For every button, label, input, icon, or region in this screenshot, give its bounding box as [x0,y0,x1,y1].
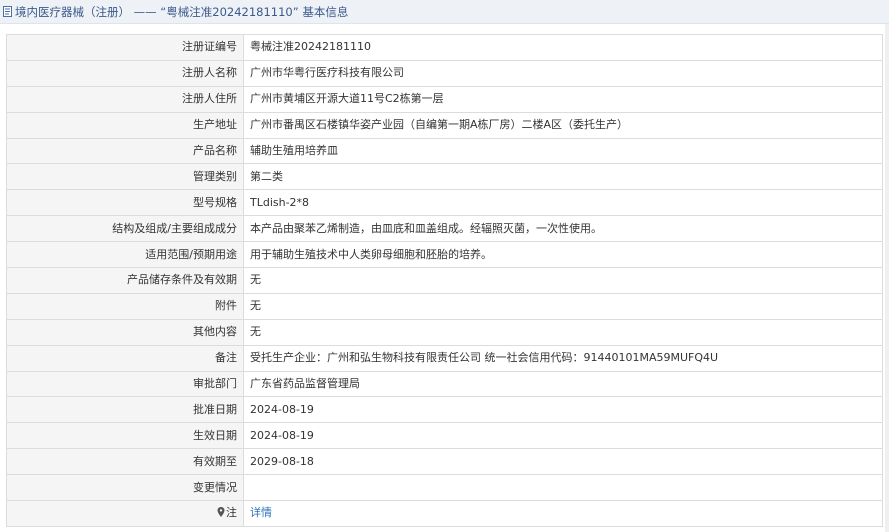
table-row: 有效期至 2029-08-18 [6,448,883,476]
row-label: 注册人名称 [6,59,244,87]
row-label: 管理类别 [6,163,244,191]
note-label-cell: 注 [6,500,244,527]
row-label: 产品名称 [6,137,244,165]
row-value: 广州市黄埔区开源大道11号C2栋第一层 [243,85,883,113]
row-value: 无 [243,318,883,346]
row-label: 附件 [6,292,244,320]
row-label: 型号规格 [6,189,244,217]
row-value: 无 [243,267,883,294]
table-row: 批准日期 2024-08-19 [6,396,883,424]
table-row: 结构及组成/主要组成成分 本产品由聚苯乙烯制造，由皿底和皿盖组成。经辐照灭菌，一… [6,215,883,243]
table-row: 其他内容 无 [6,318,883,346]
table-row: 注册证编号 粤械注准20242181110 [6,34,883,61]
table-row: 产品储存条件及有效期 无 [6,267,883,294]
note-label: 注 [226,506,237,520]
row-value: 2029-08-18 [243,448,883,476]
row-value: 2024-08-19 [243,422,883,450]
note-value-cell: 详情 [243,500,883,527]
document-icon [3,6,12,17]
row-value [243,474,883,502]
table-row: 备注 受托生产企业：广州和弘生物科技有限责任公司 统一社会信用代码：914401… [6,344,883,372]
scrollbar-track[interactable] [885,24,889,532]
table-row: 型号规格 TLdish-2*8 [6,189,883,217]
table-row: 管理类别 第二类 [6,163,883,191]
row-label: 审批部门 [6,370,244,398]
row-value: 第二类 [243,163,883,191]
row-value: 广州市番禺区石楼镇华姿产业园（自编第一期A栋厂房）二楼A区（委托生产） [243,111,883,139]
table-row: 附件 无 [6,292,883,320]
info-table: 注册证编号 粤械注准20242181110 注册人名称 广州市华粤行医疗科技有限… [6,34,883,527]
row-value: 粤械注准20242181110 [243,34,883,61]
row-label: 有效期至 [6,448,244,476]
table-row: 生产地址 广州市番禺区石楼镇华姿产业园（自编第一期A栋厂房）二楼A区（委托生产） [6,111,883,139]
page-header: 境内医疗器械（注册） —— “粤械注准20242181110” 基本信息 [0,0,889,24]
row-value: 2024-08-19 [243,396,883,424]
row-label: 备注 [6,344,244,372]
table-row: 变更情况 [6,474,883,502]
row-value: 本产品由聚苯乙烯制造，由皿底和皿盖组成。经辐照灭菌，一次性使用。 [243,215,883,243]
row-value: 无 [243,292,883,320]
info-table-container: 注册证编号 粤械注准20242181110 注册人名称 广州市华粤行医疗科技有限… [6,34,883,527]
table-row: 注册人名称 广州市华粤行医疗科技有限公司 [6,59,883,87]
pin-icon [217,507,225,518]
note-row: 注 详情 [6,500,883,527]
table-row: 产品名称 辅助生殖用培养皿 [6,137,883,165]
table-row: 审批部门 广东省药品监督管理局 [6,370,883,398]
row-label: 生产地址 [6,111,244,139]
row-label: 其他内容 [6,318,244,346]
row-value: 受托生产企业：广州和弘生物科技有限责任公司 统一社会信用代码：91440101M… [243,344,883,372]
table-row: 生效日期 2024-08-19 [6,422,883,450]
row-label: 产品储存条件及有效期 [6,267,244,294]
table-row: 注册人住所 广州市黄埔区开源大道11号C2栋第一层 [6,85,883,113]
detail-link[interactable]: 详情 [250,506,272,519]
row-label: 结构及组成/主要组成成分 [6,215,244,243]
row-value: TLdish-2*8 [243,189,883,217]
row-value: 用于辅助生殖技术中人类卵母细胞和胚胎的培养。 [243,241,883,269]
table-row: 适用范围/预期用途 用于辅助生殖技术中人类卵母细胞和胚胎的培养。 [6,241,883,269]
row-label: 批准日期 [6,396,244,424]
page-title: 境内医疗器械（注册） —— “粤械注准20242181110” 基本信息 [15,4,349,19]
row-label: 注册人住所 [6,85,244,113]
row-label: 注册证编号 [6,34,244,61]
row-value: 辅助生殖用培养皿 [243,137,883,165]
row-value: 广州市华粤行医疗科技有限公司 [243,59,883,87]
row-label: 生效日期 [6,422,244,450]
row-label: 适用范围/预期用途 [6,241,244,269]
row-label: 变更情况 [6,474,244,502]
row-value: 广东省药品监督管理局 [243,370,883,398]
